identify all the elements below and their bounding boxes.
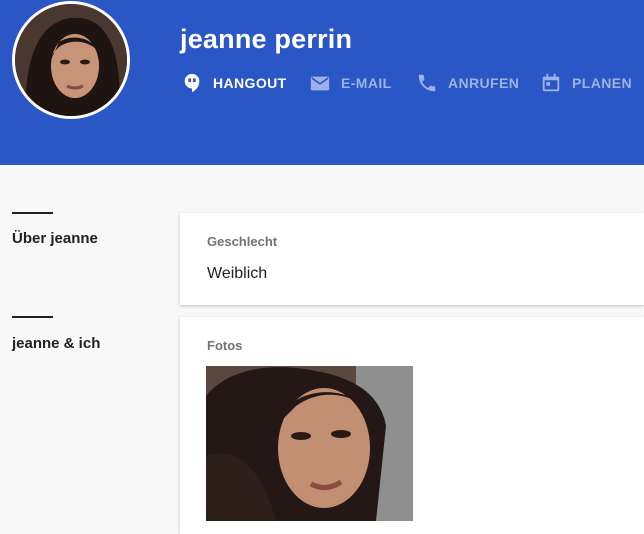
section-divider xyxy=(12,316,53,318)
gender-card: Geschlecht Weiblich xyxy=(180,213,644,305)
hangout-label: HANGOUT xyxy=(213,75,287,91)
section-divider xyxy=(12,212,53,214)
email-button[interactable]: E-MAIL xyxy=(309,71,392,95)
schedule-label: PLANEN xyxy=(572,75,632,91)
gender-label: Geschlecht xyxy=(207,234,278,249)
hangout-button[interactable]: HANGOUT xyxy=(181,71,287,95)
photo-thumbnail[interactable] xyxy=(206,366,413,521)
gender-value: Weiblich xyxy=(207,265,268,282)
profile-name: jeanne perrin xyxy=(180,24,353,54)
section-title-mutual: jeanne & ich xyxy=(12,335,101,352)
email-icon xyxy=(310,76,330,91)
schedule-button[interactable]: PLANEN xyxy=(540,71,632,95)
avatar-portrait-image xyxy=(15,4,127,116)
call-button[interactable]: ANRUFEN xyxy=(416,71,519,95)
call-label: ANRUFEN xyxy=(448,75,520,91)
email-label: E-MAIL xyxy=(341,75,392,91)
photos-card: Fotos xyxy=(180,317,644,534)
section-title-about: Über jeanne xyxy=(12,230,98,247)
avatar[interactable] xyxy=(12,1,130,119)
calendar-icon xyxy=(542,73,560,92)
hangout-icon xyxy=(184,73,200,93)
profile-header: jeanne perrin HANGOUT E-MAIL ANRUFEN PLA… xyxy=(0,0,644,165)
photo-image xyxy=(206,366,413,521)
photos-label: Fotos xyxy=(207,338,243,353)
phone-icon xyxy=(418,74,436,92)
